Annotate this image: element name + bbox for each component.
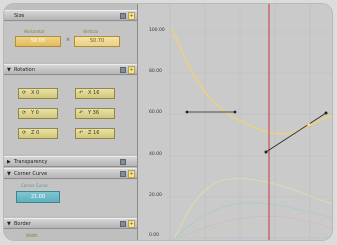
corner-curve-label: Corner Curve — [21, 183, 48, 188]
graph-canvas[interactable] — [138, 4, 332, 240]
size-section-body: Horizontal Vertical 50.00 × 50.70 — [4, 22, 137, 62]
add-keyframe-icon[interactable]: + — [128, 170, 135, 178]
add-keyframe-icon[interactable]: + — [128, 66, 135, 74]
rotate-arrow-icon: ↶ — [79, 110, 84, 116]
size-section-header[interactable]: Size + — [4, 10, 137, 21]
rotation-y-right[interactable]: ↶ Y 36 — [75, 108, 115, 119]
expand-triangle-icon[interactable]: ▼ — [7, 219, 11, 230]
rotate-arrow-icon: ↶ — [79, 90, 84, 96]
add-keyframe-icon[interactable]: + — [128, 12, 135, 20]
properties-panel: Size + Horizontal Vertical 50.00 × 50.70… — [4, 4, 138, 240]
section-options-icon[interactable] — [120, 13, 126, 19]
rotation-value: Y 36 — [88, 110, 100, 116]
rotation-section-title: Rotation — [14, 67, 35, 73]
section-options-icon[interactable] — [120, 171, 126, 177]
collapse-triangle-icon[interactable]: ▶ — [7, 157, 11, 168]
rotation-section-header[interactable]: ▼ Rotation + — [4, 64, 137, 75]
rotation-value: X 0 — [31, 90, 40, 96]
rotation-x-right[interactable]: ↶ X 16 — [75, 88, 115, 99]
corner-curve-section-body: Corner Curve 21.00 — [4, 180, 137, 216]
add-keyframe-icon[interactable]: + — [128, 220, 135, 228]
rotate-icon: ⟳ — [22, 90, 27, 96]
vertical-label: Vertical — [83, 29, 98, 34]
rotation-value: Z 16 — [88, 130, 100, 136]
expand-triangle-icon[interactable]: ▼ — [7, 65, 11, 76]
y-tick-label: 100.00 — [149, 28, 165, 33]
rotate-icon: ⟳ — [22, 130, 27, 136]
size-separator: × — [66, 37, 71, 43]
transparency-section-title: Transparency — [14, 159, 48, 165]
y-tick-label: 60.00 — [149, 110, 162, 115]
rotate-icon: ⟳ — [22, 110, 27, 116]
rotation-x-left[interactable]: ⟳ X 0 — [18, 88, 58, 99]
y-tick-label: 40.00 — [149, 152, 162, 157]
rotation-section-body: ⟳ X 0 ↶ X 16 ⟳ Y 0 ↶ Y 36 ⟳ Z 0 ↶ Z 16 — [4, 76, 137, 154]
rotate-arrow-icon: ↶ — [79, 130, 84, 136]
keyframe-point[interactable] — [306, 122, 312, 128]
section-options-icon[interactable] — [120, 67, 126, 73]
section-options-icon[interactable] — [120, 221, 126, 227]
border-section-title: Border — [14, 221, 31, 227]
transparency-section-header[interactable]: ▶ Transparency — [4, 156, 137, 167]
rotation-value: Z 0 — [31, 130, 40, 136]
horizontal-label: Horizontal — [24, 29, 45, 34]
rotation-value: X 16 — [88, 90, 100, 96]
curve-graph-editor[interactable]: 100.00 80.00 60.00 40.00 20.00 0.00 — [138, 4, 332, 240]
vertical-size-field[interactable]: 50.70 — [74, 36, 120, 47]
corner-curve-section-title: Corner Curve — [14, 171, 48, 177]
horizontal-size-field[interactable]: 50.00 — [15, 36, 61, 47]
rotation-z-right[interactable]: ↶ Z 16 — [75, 128, 115, 139]
y-tick-label: 20.00 — [149, 193, 162, 198]
section-options-icon[interactable] — [120, 159, 126, 165]
corner-curve-section-header[interactable]: ▼ Corner Curve + — [4, 168, 137, 179]
rotation-y-left[interactable]: ⟳ Y 0 — [18, 108, 58, 119]
expand-triangle-icon[interactable]: ▼ — [7, 169, 11, 180]
border-section-header[interactable]: ▼ Border + — [4, 218, 137, 229]
rotation-value: Y 0 — [31, 110, 39, 116]
corner-curve-field[interactable]: 21.00 — [16, 191, 60, 203]
size-section-title: Size — [14, 13, 25, 19]
rotation-z-left[interactable]: ⟳ Z 0 — [18, 128, 58, 139]
y-tick-label: 0.00 — [149, 233, 160, 238]
app-window: Size + Horizontal Vertical 50.00 × 50.70… — [4, 4, 332, 240]
y-tick-label: 80.00 — [149, 69, 162, 74]
border-width-label: Width — [26, 233, 38, 238]
